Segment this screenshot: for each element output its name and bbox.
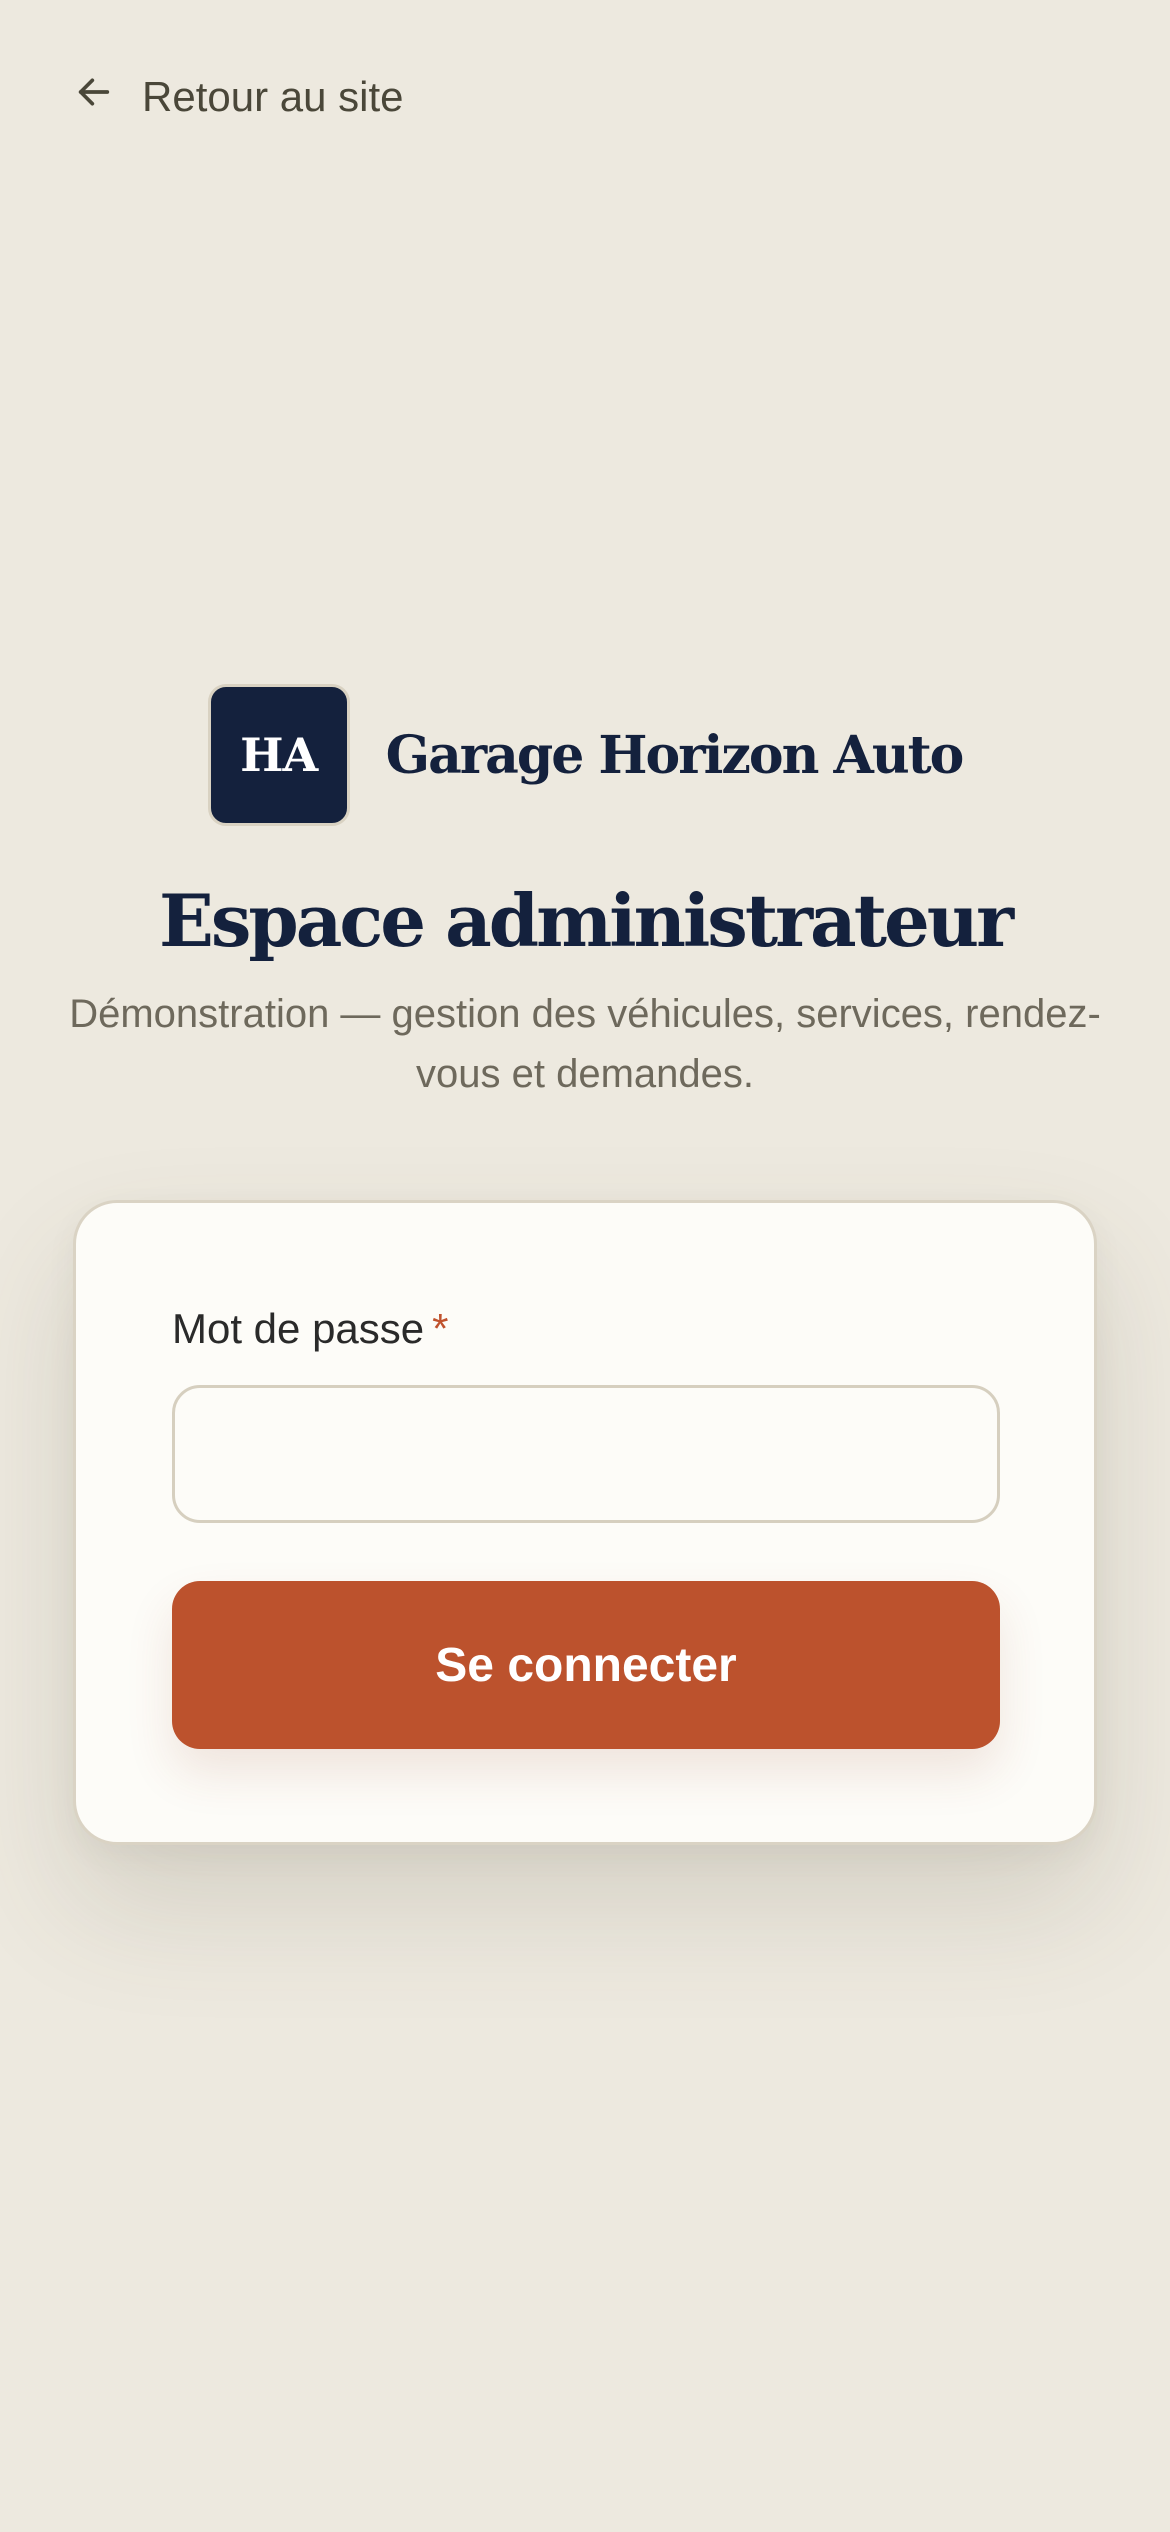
brand-name: Garage Horizon Auto	[385, 724, 965, 786]
password-input[interactable]	[172, 1385, 1000, 1523]
back-link-label: Retour au site	[142, 73, 404, 120]
brand-header: HA Garage Horizon Auto	[0, 684, 1170, 826]
login-card: Mot de passe * Se connecter	[73, 1200, 1097, 1845]
page-title: Espace administrateur	[158, 878, 1014, 963]
page-subtitle: Démonstration — gestion des véhicules, s…	[69, 992, 1101, 1096]
password-label-text: Mot de passe	[172, 1305, 425, 1352]
password-field-label: Mot de passe *	[172, 1305, 449, 1353]
required-indicator: *	[432, 1305, 449, 1352]
arrow-left-icon	[74, 72, 114, 122]
login-button[interactable]: Se connecter	[172, 1581, 1000, 1749]
brand-logo: HA	[207, 684, 350, 826]
back-to-site-link[interactable]: Retour au site	[74, 72, 403, 122]
brand-logo-text: HA	[240, 728, 318, 782]
